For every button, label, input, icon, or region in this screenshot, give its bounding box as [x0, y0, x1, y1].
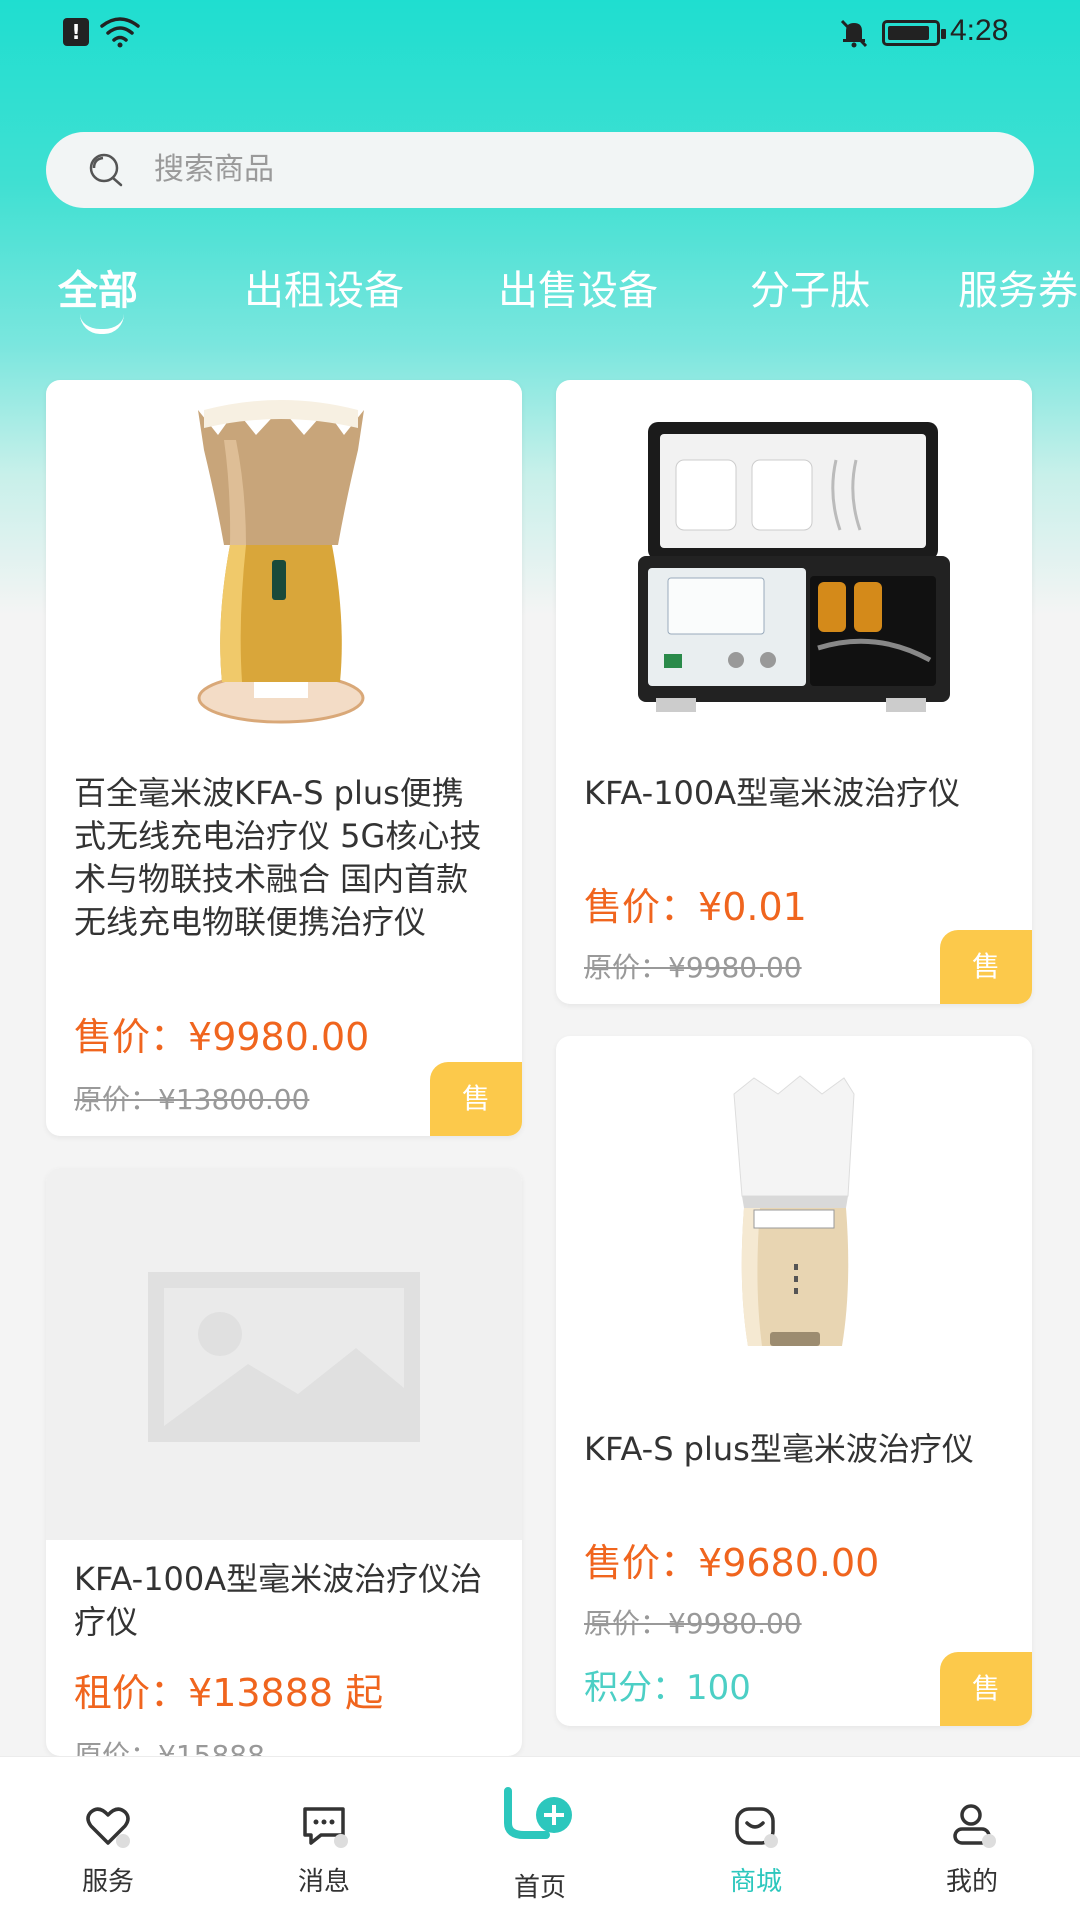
product-card[interactable]: KFA-100A型毫米波治疗仪治疗仪 租价：¥13888 起 原价：¥15888: [46, 1168, 522, 1756]
search-input[interactable]: [154, 132, 974, 208]
product-card[interactable]: KFA-100A型毫米波治疗仪 售价：¥0.01 原价：¥9980.00 售: [556, 380, 1032, 1004]
nav-shop[interactable]: 商城: [676, 1757, 836, 1920]
chat-icon: [303, 1807, 348, 1848]
search-bar[interactable]: [46, 132, 1034, 208]
alert-icon: !: [63, 18, 89, 46]
tab-all[interactable]: 全部: [58, 258, 138, 316]
product-price: 租价：¥13888 起: [74, 1671, 384, 1715]
sell-badge[interactable]: 售: [940, 1652, 1032, 1726]
image-placeholder-icon: [148, 1272, 420, 1442]
product-card[interactable]: 百全毫米波KFA-S plus便携式无线充电治疗仪 5G核心技术与物联技术融合 …: [46, 380, 522, 1136]
product-image: [733, 1075, 855, 1346]
original-price: 原价：¥9980.00: [584, 1607, 802, 1640]
tab-rental-equipment[interactable]: 出租设备: [244, 258, 404, 316]
shop-icon: [735, 1807, 778, 1848]
product-card[interactable]: KFA-S plus型毫米波治疗仪 售价：¥9680.00 原价：¥9980.0…: [556, 1036, 1032, 1726]
product-image: [197, 400, 365, 724]
product-price: 售价：¥0.01: [584, 885, 807, 929]
tab-service-voucher[interactable]: 服务券: [958, 258, 1078, 316]
product-price: 售价：¥9980.00: [74, 1015, 370, 1059]
tab-sale-equipment[interactable]: 出售设备: [498, 258, 658, 316]
mute-bell-icon: [840, 19, 868, 48]
home-logo-icon: [504, 1787, 572, 1839]
nav-label: 服务: [81, 1867, 134, 1897]
original-price: 原价：¥15888: [74, 1739, 265, 1756]
product-title: 百全毫米波KFA-S plus便携式无线充电治疗仪 5G核心技术与物联技术融合 …: [74, 774, 482, 941]
sell-badge[interactable]: 售: [430, 1062, 522, 1136]
category-tabs: 全部 出租设备 出售设备 分子肽 服务券: [0, 258, 1080, 348]
battery-icon: [882, 20, 946, 46]
heart-icon: [86, 1807, 130, 1848]
product-title: KFA-S plus型毫米波治疗仪: [584, 1430, 974, 1468]
original-price: 原价：¥13800.00: [74, 1083, 310, 1116]
search-icon: [89, 153, 123, 187]
sell-badge[interactable]: 售: [940, 930, 1032, 1004]
status-time: 4:28: [950, 14, 1009, 47]
nav-home[interactable]: 首页: [460, 1757, 620, 1920]
nav-label: 首页: [513, 1873, 566, 1903]
nav-profile[interactable]: 我的: [892, 1757, 1052, 1920]
nav-service[interactable]: 服务: [28, 1757, 188, 1920]
nav-messages[interactable]: 消息: [244, 1757, 404, 1920]
original-price: 原价：¥9980.00: [584, 951, 802, 984]
product-image: [638, 422, 950, 712]
nav-label: 消息: [297, 1867, 350, 1897]
product-price: 售价：¥9680.00: [584, 1541, 880, 1585]
nav-label: 我的: [945, 1867, 998, 1897]
points-value: 积分：100: [584, 1668, 751, 1708]
status-bar: ! 4:28: [0, 0, 1080, 68]
product-title: KFA-100A型毫米波治疗仪: [584, 774, 961, 812]
user-icon: [953, 1804, 996, 1848]
product-title: KFA-100A型毫米波治疗仪治疗仪: [74, 1560, 483, 1641]
bottom-navigation: 服务 消息 首页 商城 我的: [0, 1756, 1080, 1920]
nav-label: 商城: [729, 1867, 782, 1897]
wifi-icon: [100, 17, 140, 48]
placeholder-image: [46, 1168, 522, 1540]
tab-peptide[interactable]: 分子肽: [750, 258, 870, 316]
